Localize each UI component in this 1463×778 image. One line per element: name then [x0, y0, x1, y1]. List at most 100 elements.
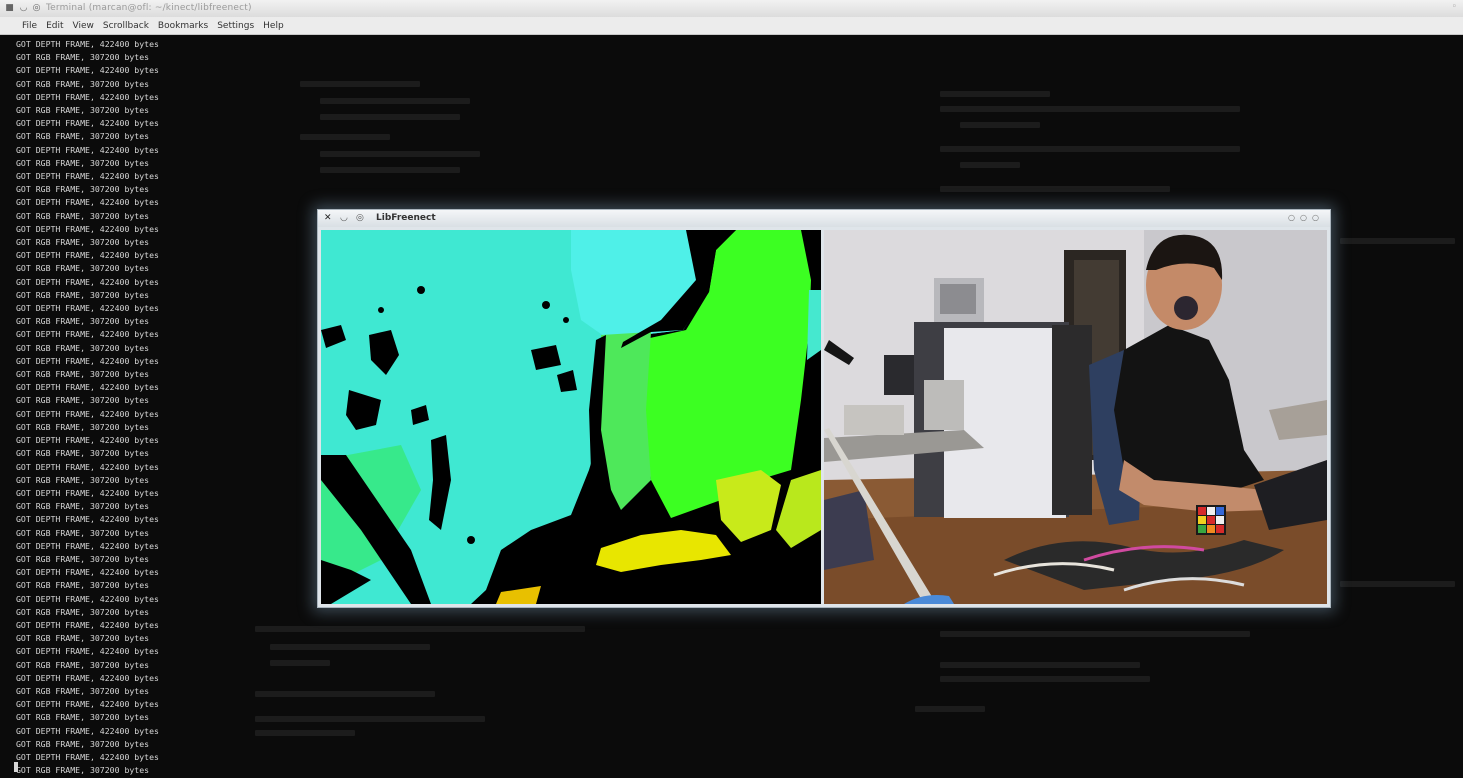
terminal-log-line: GOT DEPTH FRAME, 422400 bytes — [16, 699, 159, 710]
background-text — [270, 660, 330, 666]
terminal-title-bar: ■ ◡ ◎ Terminal (marcan@ofl: ~/kinect/lib… — [0, 0, 1463, 18]
minimize-icon[interactable]: ◡ — [340, 213, 348, 223]
window-menu-icon[interactable]: ■ — [4, 3, 15, 14]
minimize-icon[interactable]: ◡ — [18, 3, 29, 14]
terminal-log-line: GOT RGB FRAME, 307200 bytes — [16, 289, 150, 300]
terminal-log-line: GOT RGB FRAME, 307200 bytes — [16, 157, 150, 168]
menu-scrollback[interactable]: Scrollback — [103, 21, 149, 31]
menu-help[interactable]: Help — [263, 21, 284, 31]
background-text — [300, 134, 390, 140]
terminal-log-line: GOT DEPTH FRAME, 422400 bytes — [16, 91, 159, 102]
terminal-menu-bar: File Edit View Scrollback Bookmarks Sett… — [0, 17, 1463, 35]
libfreenect-window[interactable]: ✕ ◡ ◎ LibFreenect ○○○ — [317, 209, 1331, 608]
terminal-log-line: GOT DEPTH FRAME, 422400 bytes — [16, 672, 159, 683]
terminal-log-line: GOT RGB FRAME, 307200 bytes — [16, 712, 150, 723]
background-text — [940, 146, 1240, 152]
terminal-log-line: GOT DEPTH FRAME, 422400 bytes — [16, 329, 159, 340]
terminal-log-line: GOT DEPTH FRAME, 422400 bytes — [16, 514, 159, 525]
window-controls[interactable]: ○○○ — [1288, 213, 1324, 222]
background-text — [255, 691, 435, 697]
terminal-log-line: GOT RGB FRAME, 307200 bytes — [16, 210, 150, 221]
terminal-log-line: GOT RGB FRAME, 307200 bytes — [16, 395, 150, 406]
libfreenect-title-bar[interactable]: ✕ ◡ ◎ LibFreenect ○○○ — [318, 210, 1330, 227]
terminal-log-line: GOT RGB FRAME, 307200 bytes — [16, 131, 150, 142]
terminal-log-line: GOT DEPTH FRAME, 422400 bytes — [16, 197, 159, 208]
window-title: Terminal (marcan@ofl: ~/kinect/libfreene… — [46, 3, 252, 13]
terminal-log-line: GOT RGB FRAME, 307200 bytes — [16, 184, 150, 195]
terminal-log-line: GOT DEPTH FRAME, 422400 bytes — [16, 751, 159, 762]
background-text — [255, 716, 485, 722]
background-text — [255, 730, 355, 736]
terminal-log-line: GOT RGB FRAME, 307200 bytes — [16, 342, 150, 353]
terminal-log-line: GOT RGB FRAME, 307200 bytes — [16, 685, 150, 696]
terminal-log-line: GOT DEPTH FRAME, 422400 bytes — [16, 144, 159, 155]
terminal-log-line: GOT RGB FRAME, 307200 bytes — [16, 659, 150, 670]
background-text — [915, 706, 985, 712]
background-text — [940, 106, 1240, 112]
terminal-log-line: GOT RGB FRAME, 307200 bytes — [16, 263, 150, 274]
rgb-camera-view — [824, 230, 1327, 604]
terminal-log-line: GOT DEPTH FRAME, 422400 bytes — [16, 567, 159, 578]
background-text — [940, 662, 1140, 668]
terminal-log-line: GOT DEPTH FRAME, 422400 bytes — [16, 39, 159, 49]
background-text — [255, 626, 585, 632]
terminal-log-line: GOT RGB FRAME, 307200 bytes — [16, 606, 150, 617]
background-text — [1340, 581, 1455, 587]
terminal-log-line: GOT DEPTH FRAME, 422400 bytes — [16, 223, 159, 234]
terminal-log-line: GOT DEPTH FRAME, 422400 bytes — [16, 355, 159, 366]
background-text — [320, 98, 470, 104]
libfreenect-title: LibFreenect — [376, 213, 436, 223]
menu-edit[interactable]: Edit — [46, 21, 63, 31]
terminal-log-line: GOT RGB FRAME, 307200 bytes — [16, 448, 150, 459]
terminal-log-line: GOT RGB FRAME, 307200 bytes — [16, 501, 150, 512]
terminal-log-line: GOT RGB FRAME, 307200 bytes — [16, 738, 150, 749]
terminal-log-line: GOT DEPTH FRAME, 422400 bytes — [16, 303, 159, 314]
terminal-log-line: GOT DEPTH FRAME, 422400 bytes — [16, 619, 159, 630]
background-text — [940, 186, 1170, 192]
terminal-log-line: GOT DEPTH FRAME, 422400 bytes — [16, 408, 159, 419]
app-x-icon[interactable]: ✕ — [324, 213, 332, 223]
background-text — [320, 151, 480, 157]
terminal-log-line: GOT RGB FRAME, 307200 bytes — [16, 105, 150, 116]
terminal-log-line: GOT RGB FRAME, 307200 bytes — [16, 421, 150, 432]
menu-settings[interactable]: Settings — [217, 21, 254, 31]
terminal-log-line: GOT RGB FRAME, 307200 bytes — [16, 580, 150, 591]
terminal-log-line: GOT DEPTH FRAME, 422400 bytes — [16, 250, 159, 261]
terminal-log-line: GOT RGB FRAME, 307200 bytes — [16, 237, 150, 248]
background-text — [940, 91, 1050, 97]
pin-icon[interactable]: ◎ — [31, 3, 42, 14]
depth-camera-view — [321, 230, 821, 604]
terminal-cursor — [14, 762, 18, 772]
terminal-log: GOT DEPTH FRAME, 422400 bytes GOT RGB FRA… — [16, 38, 216, 777]
background-text — [300, 81, 420, 87]
background-text — [960, 162, 1020, 168]
terminal-log-line: GOT RGB FRAME, 307200 bytes — [16, 765, 150, 776]
background-text — [270, 644, 430, 650]
background-text — [320, 167, 460, 173]
terminal-log-line: GOT RGB FRAME, 307200 bytes — [16, 369, 150, 380]
terminal-log-line: GOT DEPTH FRAME, 422400 bytes — [16, 725, 159, 736]
terminal-log-line: GOT RGB FRAME, 307200 bytes — [16, 52, 150, 63]
terminal-log-line: GOT RGB FRAME, 307200 bytes — [16, 316, 150, 327]
pin-icon[interactable]: ◎ — [356, 213, 364, 223]
terminal-log-line: GOT DEPTH FRAME, 422400 bytes — [16, 593, 159, 604]
menu-file[interactable]: File — [22, 21, 37, 31]
terminal-log-line: GOT RGB FRAME, 307200 bytes — [16, 553, 150, 564]
terminal-log-line: GOT RGB FRAME, 307200 bytes — [16, 78, 150, 89]
menu-bookmarks[interactable]: Bookmarks — [158, 21, 208, 31]
rgb-camera-image — [824, 230, 1327, 604]
terminal-log-line: GOT DEPTH FRAME, 422400 bytes — [16, 435, 159, 446]
background-text — [320, 114, 460, 120]
menu-view[interactable]: View — [73, 21, 94, 31]
background-text — [940, 676, 1150, 682]
background-text — [940, 631, 1250, 637]
terminal-log-line: GOT DEPTH FRAME, 422400 bytes — [16, 171, 159, 182]
background-text — [960, 122, 1040, 128]
terminal-log-line: GOT DEPTH FRAME, 422400 bytes — [16, 646, 159, 657]
close-icon[interactable]: ◦ — [1452, 2, 1457, 12]
terminal-log-line: GOT DEPTH FRAME, 422400 bytes — [16, 65, 159, 76]
terminal-log-line: GOT DEPTH FRAME, 422400 bytes — [16, 540, 159, 551]
terminal-log-line: GOT DEPTH FRAME, 422400 bytes — [16, 118, 159, 129]
terminal-log-line: GOT RGB FRAME, 307200 bytes — [16, 633, 150, 644]
terminal-log-line: GOT DEPTH FRAME, 422400 bytes — [16, 461, 159, 472]
